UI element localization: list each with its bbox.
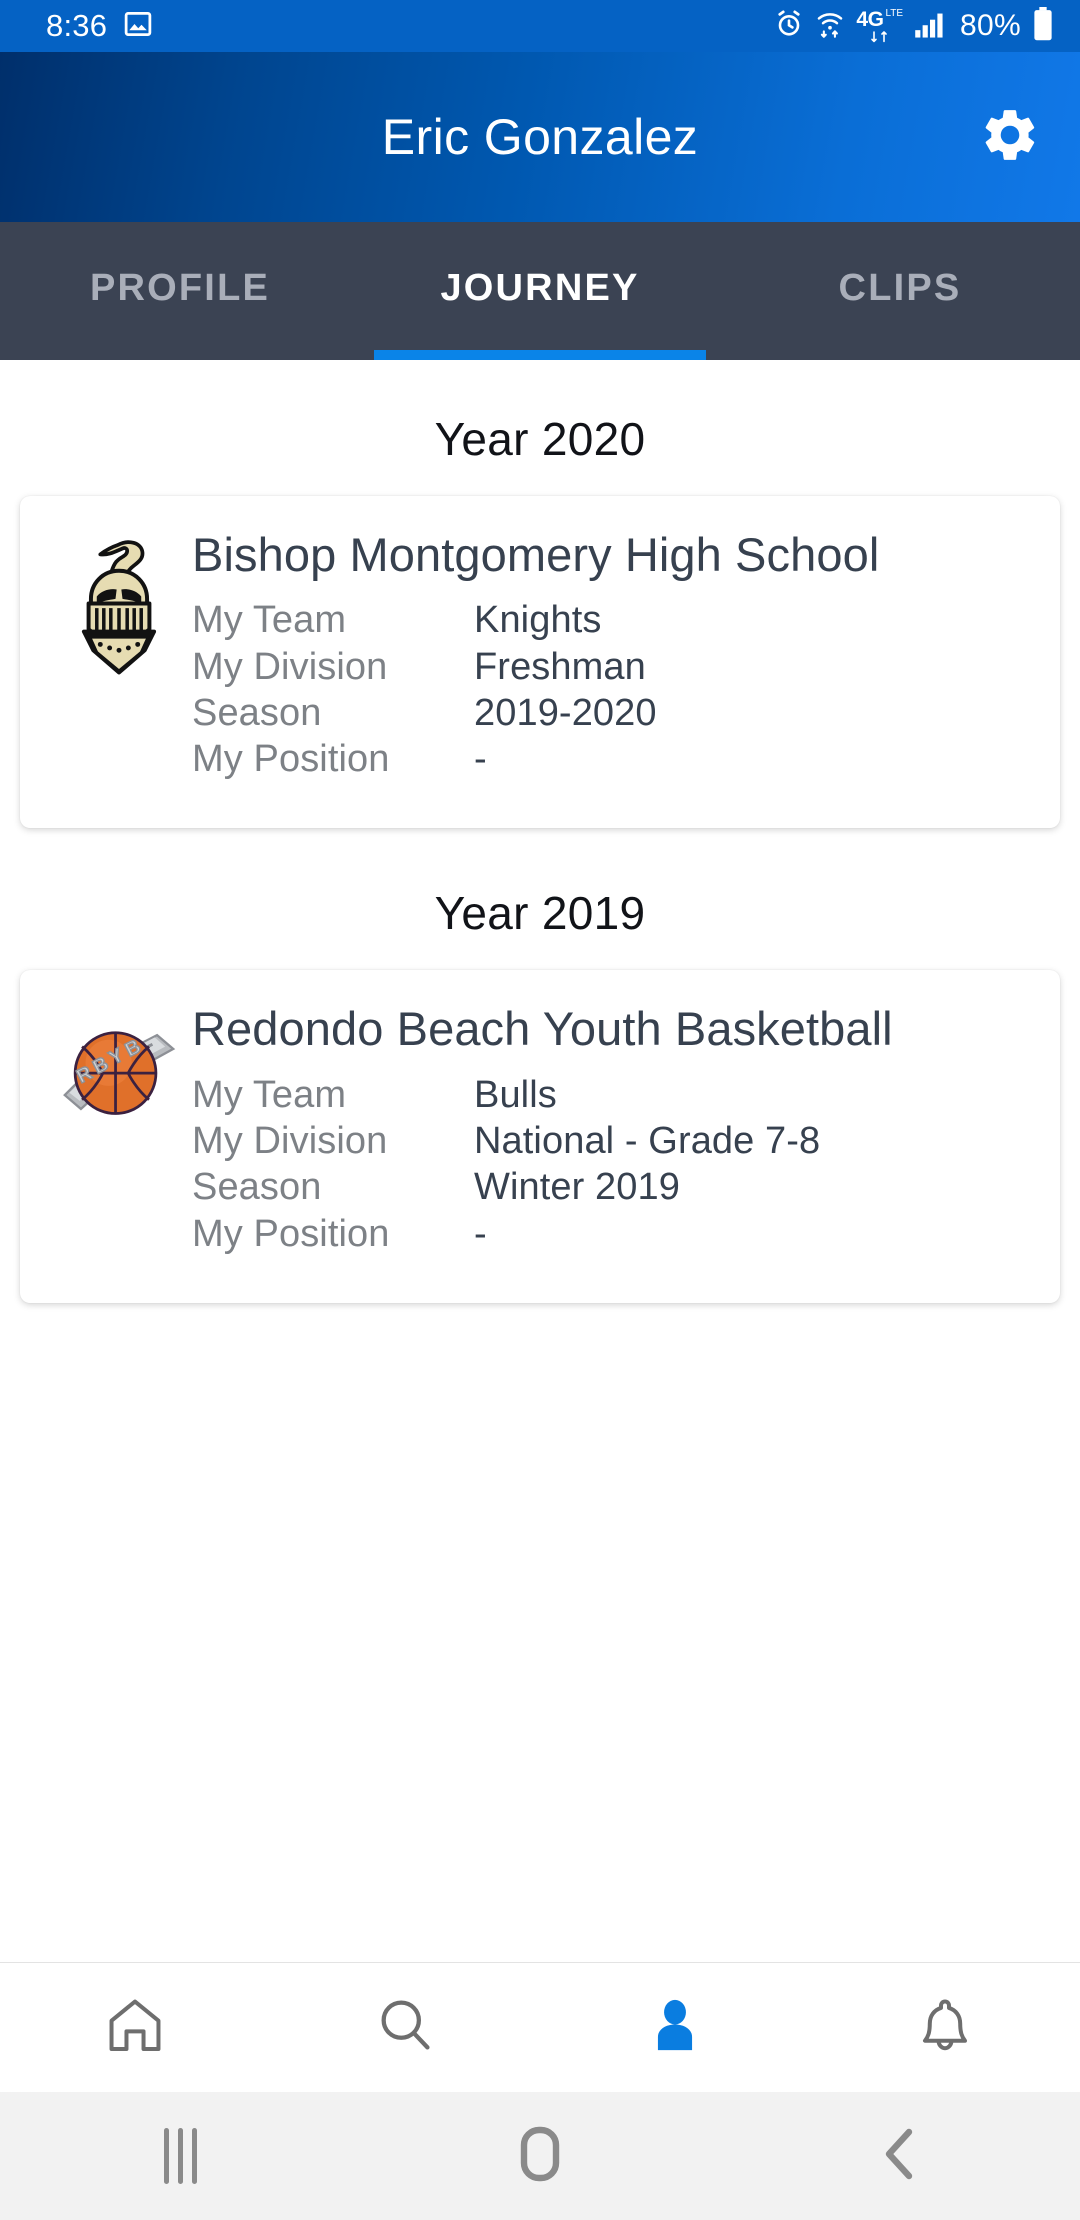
signal-bars-icon [914, 10, 946, 43]
nav-item-notifications[interactable] [810, 1993, 1080, 2062]
status-bar-clock: 8:36 [46, 8, 108, 43]
detail-label: Season [192, 1166, 322, 1209]
team-logo-basketball-rbyb: R B Y B [46, 1004, 192, 1256]
tab-profile-label: PROFILE [89, 266, 271, 309]
recents-bar [163, 2128, 169, 2184]
settings-button[interactable] [972, 99, 1048, 175]
detail-row-my-division: My Division National - Grade 7-8 [192, 1118, 1034, 1164]
battery-icon [1032, 6, 1054, 46]
detail-value: Freshman [474, 645, 646, 688]
detail-row-my-position: My Position - [192, 1211, 1034, 1257]
detail-value: Bulls [474, 1073, 557, 1116]
image-icon [123, 9, 153, 44]
detail-value: - [474, 738, 487, 781]
nav-item-search[interactable] [270, 1993, 540, 2062]
status-bar-left: 8:36 [46, 8, 153, 44]
bell-icon [913, 1993, 977, 2062]
card-body: Redondo Beach Youth Basketball My Team B… [192, 1004, 1034, 1256]
team-logo-knight-helmet [46, 530, 192, 782]
detail-label: My Position [192, 738, 390, 781]
app-header: Eric Gonzalez [0, 52, 1080, 222]
recents-bar [177, 2128, 183, 2184]
bottom-navigation-bar [0, 1962, 1080, 2092]
android-system-navigation [0, 2092, 1080, 2220]
alarm-icon [774, 9, 804, 44]
detail-row-season: Season Winter 2019 [192, 1164, 1034, 1210]
system-recents-button[interactable] [0, 2128, 360, 2184]
team-name: Redondo Beach Youth Basketball [192, 1002, 893, 1056]
tab-clips[interactable]: CLIPS [720, 222, 1080, 360]
status-bar-right: 4G LTE 80% [774, 6, 1054, 46]
detail-label: My Position [192, 1212, 390, 1255]
detail-row-my-position: My Position - [192, 736, 1034, 782]
year-heading-2020: Year 2020 [434, 413, 646, 465]
detail-row-my-team: My Team Knights [192, 597, 1034, 643]
tab-journey-label: JOURNEY [440, 266, 640, 309]
team-name: Bishop Montgomery High School [192, 528, 880, 581]
home-square-icon [512, 2124, 568, 2189]
battery-percent-label: 80% [960, 9, 1021, 42]
tab-journey[interactable]: JOURNEY [360, 222, 720, 360]
gear-icon [979, 104, 1041, 171]
detail-value: Knights [474, 599, 602, 642]
system-home-button[interactable] [360, 2124, 720, 2189]
page-title: Eric Gonzalez [381, 109, 699, 165]
home-icon [103, 1993, 167, 2062]
detail-label: My Division [192, 645, 388, 688]
detail-row-my-division: My Division Freshman [192, 644, 1034, 690]
team-detail-list: My Team Knights My Division Freshman Sea… [192, 597, 1034, 782]
back-chevron-icon [875, 2124, 925, 2189]
detail-label: My Team [192, 1073, 347, 1116]
search-icon [373, 1993, 437, 2062]
status-bar: 8:36 4G LTE 80% [0, 0, 1080, 52]
detail-value: - [474, 1212, 487, 1255]
detail-value: Winter 2019 [474, 1166, 680, 1209]
detail-value: National - Grade 7-8 [474, 1120, 821, 1163]
person-icon [643, 1993, 707, 2062]
network-sub-label: LTE [885, 7, 904, 19]
phone-screen: 8:36 4G LTE 80% Eric Gonzalez PROFILE JO… [0, 0, 1080, 2220]
journey-card-bishop-montgomery[interactable]: Bishop Montgomery High School My Team Kn… [20, 496, 1060, 829]
nav-item-home[interactable] [0, 1993, 270, 2062]
nav-item-profile[interactable] [540, 1993, 810, 2062]
system-back-button[interactable] [720, 2124, 1080, 2189]
team-detail-list: My Team Bulls My Division National - Gra… [192, 1072, 1034, 1257]
detail-label: My Division [192, 1120, 388, 1163]
card-body: Bishop Montgomery High School My Team Kn… [192, 530, 1034, 782]
recents-bar [191, 2128, 197, 2184]
tab-clips-label: CLIPS [838, 266, 962, 309]
detail-row-my-team: My Team Bulls [192, 1072, 1034, 1118]
detail-label: My Team [192, 599, 347, 642]
detail-row-season: Season 2019-2020 [192, 690, 1034, 736]
journey-content[interactable]: Year 2020 Bishop Montgomery High School … [0, 360, 1080, 1962]
tab-bar: PROFILE JOURNEY CLIPS [0, 222, 1080, 360]
detail-value: 2019-2020 [474, 691, 657, 734]
tab-profile[interactable]: PROFILE [0, 222, 360, 360]
network-4glte-icon: 4G LTE [856, 7, 904, 44]
recents-icon [163, 2128, 197, 2184]
network-type-label: 4G [856, 7, 884, 31]
wifi-icon [815, 8, 845, 45]
journey-card-redondo-beach[interactable]: R B Y B Redondo Beach Youth Basketball M… [20, 970, 1060, 1303]
detail-label: Season [192, 691, 322, 734]
year-heading-2019: Year 2019 [434, 887, 646, 940]
